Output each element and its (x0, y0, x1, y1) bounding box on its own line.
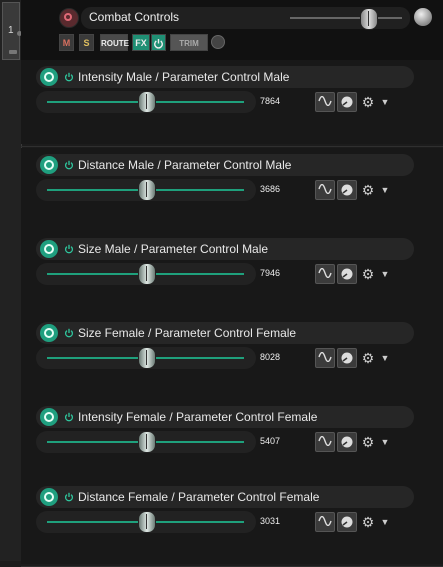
gear-icon[interactable]: ⚙ (360, 348, 376, 368)
gear-icon[interactable]: ⚙ (360, 264, 376, 284)
solo-button[interactable]: S (79, 34, 94, 51)
lane-slider-thumb[interactable] (138, 431, 156, 453)
route-button[interactable]: ROUTE (100, 34, 129, 51)
lane-slider-thumb[interactable] (138, 179, 156, 201)
knob-icon[interactable] (337, 348, 357, 368)
lane-value: 8028 (260, 352, 281, 362)
parameter-icon[interactable] (40, 488, 58, 506)
trim-button[interactable]: TRIM (170, 34, 208, 51)
knob-icon-glyph (341, 516, 353, 528)
lane-value: 5407 (260, 436, 281, 446)
sine-icon-glyph (318, 435, 332, 447)
lane-value: 3031 (260, 516, 281, 526)
pan-knob-icon[interactable] (414, 8, 432, 26)
power-icon[interactable] (64, 412, 74, 422)
lane-value: 7864 (260, 96, 281, 106)
lane-slider-thumb[interactable] (138, 347, 156, 369)
lane-slider-thumb[interactable] (138, 511, 156, 533)
power-icon[interactable] (64, 492, 74, 502)
lane-slider-thumb[interactable] (138, 263, 156, 285)
volume-slider-track[interactable] (290, 17, 402, 19)
power-icon[interactable] (64, 72, 74, 82)
parameter-icon[interactable] (40, 68, 58, 86)
gear-icon[interactable]: ⚙ (360, 180, 376, 200)
gear-icon[interactable]: ⚙ (360, 92, 376, 112)
gear-icon[interactable]: ⚙ (360, 512, 376, 532)
sine-icon-glyph (318, 95, 332, 107)
lane-divider (21, 146, 443, 147)
knob-icon-glyph (341, 268, 353, 280)
track-name: Combat Controls (89, 10, 180, 24)
lane-title: Size Female / Parameter Control Female (78, 326, 297, 340)
knob-icon-glyph (341, 436, 353, 448)
power-icon[interactable] (64, 328, 74, 338)
power-icon[interactable] (64, 244, 74, 254)
lane-title: Intensity Male / Parameter Control Male (78, 70, 290, 84)
sine-icon[interactable] (315, 512, 335, 532)
dropdown-arrow-icon[interactable]: ▼ (380, 180, 390, 200)
fx-button[interactable]: FX (132, 34, 150, 51)
sine-icon[interactable] (315, 92, 335, 112)
power-icon (154, 39, 163, 49)
sine-icon[interactable] (315, 180, 335, 200)
parameter-icon[interactable] (40, 240, 58, 258)
record-arm-icon[interactable] (59, 8, 79, 28)
gear-icon[interactable]: ⚙ (360, 432, 376, 452)
folder-icon[interactable] (9, 50, 17, 54)
knob-icon-glyph (341, 96, 353, 108)
dropdown-arrow-icon[interactable]: ▼ (380, 348, 390, 368)
sine-icon-glyph (318, 351, 332, 363)
trim-label: TRIM (179, 39, 199, 48)
dropdown-arrow-icon[interactable]: ▼ (380, 432, 390, 452)
dropdown-arrow-icon[interactable]: ▼ (380, 512, 390, 532)
track-number-panel[interactable]: 1 (2, 2, 22, 60)
mute-button[interactable]: M (59, 34, 74, 51)
knob-icon[interactable] (337, 180, 357, 200)
lane-value: 3686 (260, 184, 281, 194)
sine-icon-glyph (318, 267, 332, 279)
sine-icon[interactable] (315, 264, 335, 284)
sine-icon[interactable] (315, 432, 335, 452)
knob-icon[interactable] (337, 512, 357, 532)
parameter-icon[interactable] (40, 408, 58, 426)
track-number: 1 (8, 25, 14, 36)
knob-icon[interactable] (337, 92, 357, 112)
dropdown-arrow-icon[interactable]: ▼ (380, 92, 390, 112)
parameter-icon[interactable] (40, 156, 58, 174)
fx-power-button[interactable] (151, 34, 166, 51)
lane-title: Size Male / Parameter Control Male (78, 242, 269, 256)
sine-icon[interactable] (315, 348, 335, 368)
envelope-options-icon[interactable] (211, 35, 225, 49)
knob-icon-glyph (341, 184, 353, 196)
knob-icon[interactable] (337, 432, 357, 452)
sine-icon-glyph (318, 183, 332, 195)
track-strip (0, 0, 22, 561)
lane-title: Distance Female / Parameter Control Fema… (78, 490, 320, 504)
lane-slider-thumb[interactable] (138, 91, 156, 113)
volume-slider-thumb[interactable] (360, 8, 378, 30)
lane-title: Intensity Female / Parameter Control Fem… (78, 410, 318, 424)
sine-icon-glyph (318, 515, 332, 527)
parameter-icon[interactable] (40, 324, 58, 342)
dropdown-arrow-icon[interactable]: ▼ (380, 264, 390, 284)
knob-icon-glyph (341, 352, 353, 364)
knob-icon[interactable] (337, 264, 357, 284)
lane-title: Distance Male / Parameter Control Male (78, 158, 292, 172)
lane-value: 7946 (260, 268, 281, 278)
power-icon[interactable] (64, 160, 74, 170)
